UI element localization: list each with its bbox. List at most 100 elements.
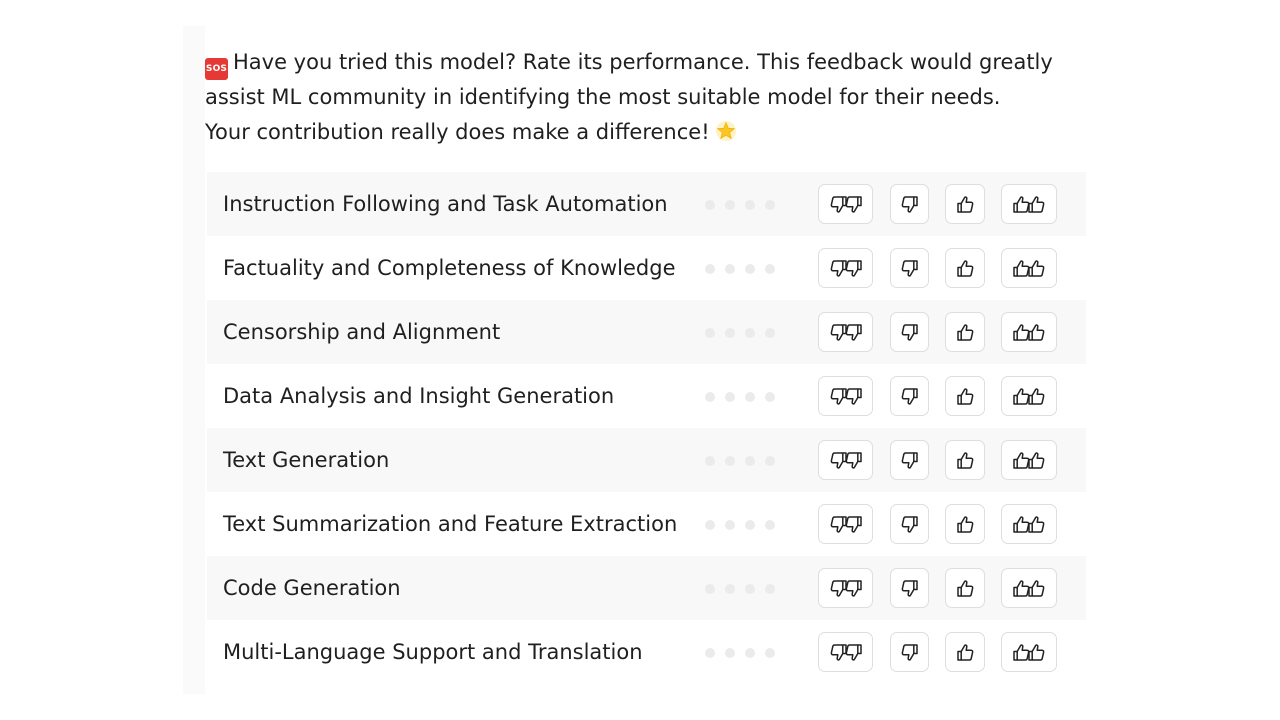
rating-dot [765,200,775,210]
intro-line-3: Your contribution really does make a dif… [205,115,1105,154]
rating-dot [745,520,755,530]
category-label: Data Analysis and Insight Generation [223,384,615,408]
double-thumbs-up-icon [1011,450,1047,471]
rating-dot [745,264,755,274]
rating-dot [765,264,775,274]
double-thumbs-up-icon [1011,578,1047,599]
double-thumbs-up-button[interactable] [1001,184,1057,224]
rating-dot [765,328,775,338]
double-thumbs-down-button[interactable] [818,248,873,288]
thumbs-up-button[interactable] [945,248,985,288]
double-thumbs-up-icon [1011,258,1047,279]
category-label: Text Generation [223,448,390,472]
rating-dot [705,200,715,210]
category-label: Factuality and Completeness of Knowledge [223,256,676,280]
rating-row: Code Generation [207,556,1086,620]
glowing-star-icon [714,119,738,154]
double-thumbs-down-icon [828,578,864,599]
rating-dot [725,392,735,402]
thumbs-down-icon [899,450,920,471]
double-thumbs-up-button[interactable] [1001,248,1057,288]
category-label: Multi-Language Support and Translation [223,640,643,664]
double-thumbs-up-icon [1011,322,1047,343]
thumbs-up-button[interactable] [945,632,985,672]
thumbs-down-icon [899,642,920,663]
thumbs-up-button[interactable] [945,568,985,608]
rating-dot [705,264,715,274]
rating-dot [705,584,715,594]
double-thumbs-down-button[interactable] [818,632,873,672]
rating-row: Data Analysis and Insight Generation [207,364,1086,428]
category-label: Instruction Following and Task Automatio… [223,192,668,216]
thumbs-up-button[interactable] [945,376,985,416]
thumbs-up-icon [955,450,976,471]
thumbs-down-icon [899,386,920,407]
rating-dot [705,392,715,402]
thumbs-up-icon [955,642,976,663]
thumbs-down-button[interactable] [890,248,929,288]
thumbs-up-button[interactable] [945,312,985,352]
double-thumbs-up-icon [1011,514,1047,535]
double-thumbs-down-icon [828,642,864,663]
sos-icon: SOS [205,58,228,80]
double-thumbs-up-button[interactable] [1001,568,1057,608]
intro-line-1: SOS Have you tried this model? Rate its p… [205,45,1105,80]
double-thumbs-down-icon [828,322,864,343]
thumbs-down-button[interactable] [890,312,929,352]
thumbs-up-button[interactable] [945,504,985,544]
thumbs-down-button[interactable] [890,440,929,480]
rating-dot [705,520,715,530]
rating-dot [745,456,755,466]
double-thumbs-up-icon [1011,386,1047,407]
double-thumbs-down-button[interactable] [818,312,873,352]
rating-row: Text Summarization and Feature Extractio… [207,492,1086,556]
thumbs-down-icon [899,514,920,535]
thumbs-up-button[interactable] [945,184,985,224]
rating-dot [745,200,755,210]
rating-dot [725,584,735,594]
rating-dot [725,456,735,466]
rating-table: Instruction Following and Task Automatio… [207,172,1086,684]
rating-dot [765,520,775,530]
double-thumbs-down-button[interactable] [818,440,873,480]
rating-dot [705,648,715,658]
rating-dot [765,392,775,402]
rating-dot [765,584,775,594]
double-thumbs-down-icon [828,450,864,471]
rating-row: Instruction Following and Task Automatio… [207,172,1086,236]
double-thumbs-up-button[interactable] [1001,632,1057,672]
double-thumbs-down-button[interactable] [818,568,873,608]
rating-dot [705,328,715,338]
double-thumbs-up-button[interactable] [1001,504,1057,544]
rating-dot [725,200,735,210]
double-thumbs-down-icon [828,386,864,407]
rating-dot [765,456,775,466]
thumbs-down-button[interactable] [890,504,929,544]
rating-dot [725,328,735,338]
double-thumbs-up-icon [1011,642,1047,663]
category-label: Text Summarization and Feature Extractio… [223,512,678,536]
thumbs-down-button[interactable] [890,568,929,608]
double-thumbs-down-button[interactable] [818,504,873,544]
thumbs-up-icon [955,514,976,535]
rating-row: Text Generation [207,428,1086,492]
left-panel-strip [183,26,205,694]
double-thumbs-up-button[interactable] [1001,440,1057,480]
double-thumbs-down-icon [828,514,864,535]
rating-dot [765,648,775,658]
double-thumbs-down-button[interactable] [818,376,873,416]
double-thumbs-up-button[interactable] [1001,312,1057,352]
thumbs-up-icon [955,258,976,279]
thumbs-down-button[interactable] [890,376,929,416]
rating-dot [745,584,755,594]
rating-dot [745,648,755,658]
thumbs-down-button[interactable] [890,184,929,224]
rating-page: SOS Have you tried this model? Rate its p… [0,0,1280,720]
thumbs-down-icon [899,578,920,599]
thumbs-up-button[interactable] [945,440,985,480]
thumbs-down-icon [899,194,920,215]
rating-dot [705,456,715,466]
double-thumbs-up-button[interactable] [1001,376,1057,416]
thumbs-down-button[interactable] [890,632,929,672]
double-thumbs-down-button[interactable] [818,184,873,224]
